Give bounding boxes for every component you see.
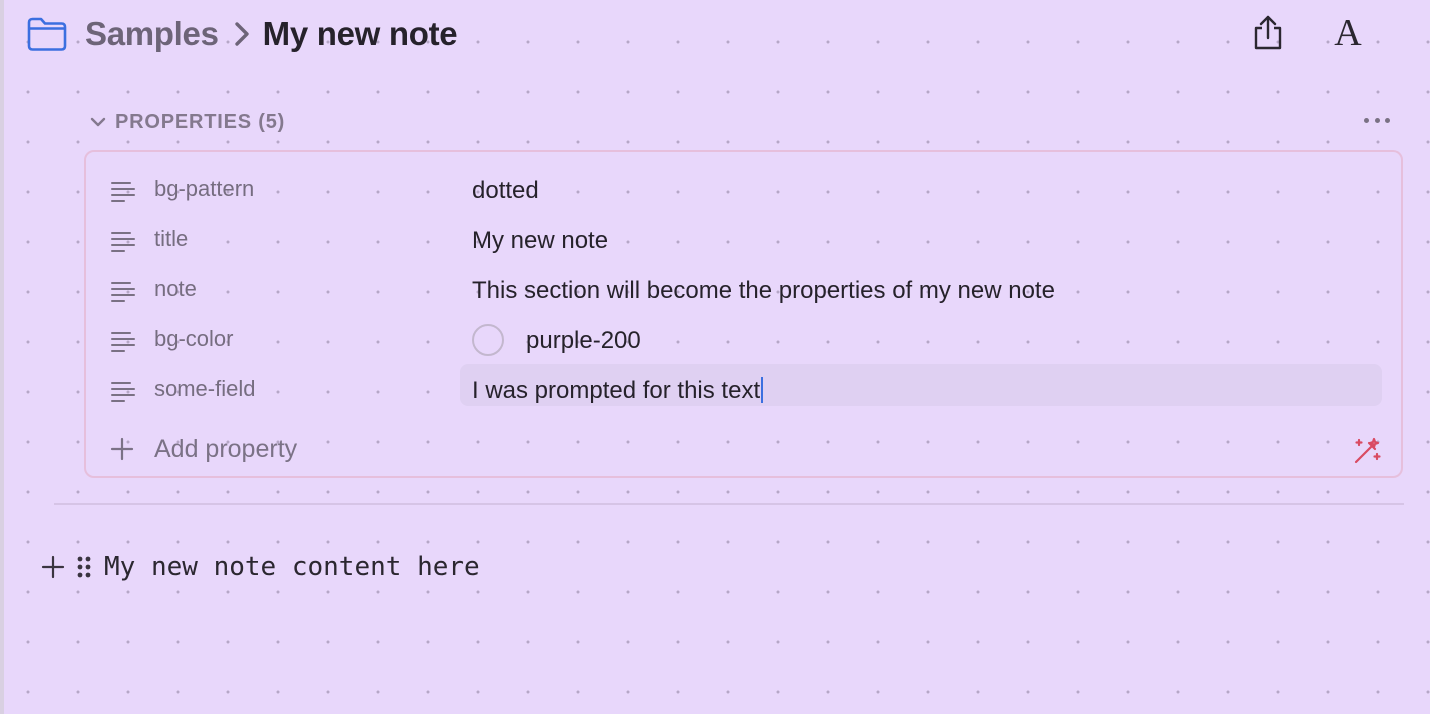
property-key: bg-pattern	[154, 176, 255, 201]
breadcrumb-parent[interactable]: Samples	[85, 15, 219, 53]
property-row-some-field[interactable]: some-field I was prompted for this text	[86, 360, 1401, 410]
breadcrumb: Samples My new note	[85, 12, 458, 56]
text-property-icon	[111, 282, 135, 302]
property-key: title	[154, 226, 189, 251]
property-row-bg-pattern[interactable]: bg-pattern dotted	[86, 160, 1401, 210]
more-icon[interactable]	[1414, 30, 1430, 38]
drag-handle-icon[interactable]	[76, 555, 92, 579]
property-value-input[interactable]: I was prompted for this text	[472, 377, 764, 405]
properties-title: PROPERTIES (5)	[115, 110, 286, 133]
window-left-edge	[0, 0, 4, 714]
property-value-text: I was prompted for this text	[472, 377, 761, 404]
folder-icon[interactable]	[26, 16, 68, 52]
chevron-right-icon	[234, 22, 249, 46]
font-icon[interactable]: A	[1328, 12, 1368, 54]
plus-icon	[110, 437, 134, 461]
property-key: note	[154, 276, 197, 301]
color-swatch[interactable]	[472, 324, 504, 356]
property-key: bg-color	[154, 326, 234, 351]
property-row-title[interactable]: title My new note	[86, 210, 1401, 260]
property-key: some-field	[154, 376, 256, 401]
properties-more-icon[interactable]	[1364, 118, 1390, 124]
add-block-icon[interactable]	[40, 554, 66, 580]
property-value[interactable]: My new note	[472, 227, 608, 255]
add-property-label: Add property	[154, 434, 298, 463]
note-header: Samples My new note A	[0, 0, 1430, 68]
property-value[interactable]: dotted	[472, 177, 539, 205]
text-property-icon	[111, 382, 135, 402]
properties-panel: bg-pattern dotted title My new note note…	[84, 150, 1403, 478]
property-value[interactable]: purple-200	[526, 327, 641, 355]
properties-divider	[54, 503, 1404, 505]
property-value[interactable]: This section will become the properties …	[472, 277, 1055, 305]
text-property-icon	[111, 332, 135, 352]
share-icon[interactable]	[1250, 14, 1286, 52]
magic-wand-icon[interactable]	[1352, 436, 1382, 466]
text-property-icon	[111, 232, 135, 252]
property-row-note[interactable]: note This section will become the proper…	[86, 260, 1401, 310]
property-row-bg-color[interactable]: bg-color purple-200	[86, 310, 1401, 360]
text-caret	[761, 377, 764, 403]
content-block: My new note content here	[40, 548, 480, 586]
note-content-text[interactable]: My new note content here	[104, 552, 480, 582]
properties-toggle[interactable]: PROPERTIES (5)	[88, 108, 285, 136]
text-property-icon	[111, 182, 135, 202]
page-title: My new note	[262, 15, 458, 52]
chevron-down-icon	[90, 117, 106, 127]
add-property-button[interactable]: Add property	[110, 432, 297, 466]
